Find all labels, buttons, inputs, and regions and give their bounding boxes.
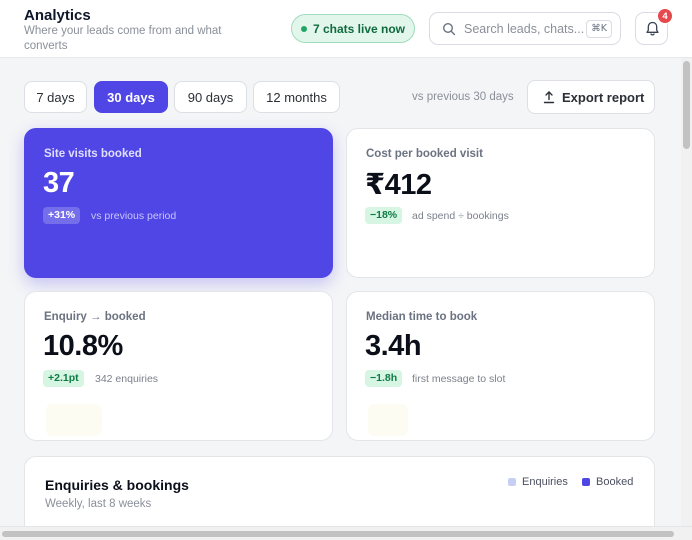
- kpi-delta-badge: +31%: [43, 207, 81, 224]
- sparkline-placeholder: [46, 404, 102, 436]
- kpi-label: Site visits booked: [44, 148, 142, 160]
- chart-subtitle: Weekly, last 8 weeks: [45, 498, 152, 510]
- kpi-delta-badge: +2.1pt: [43, 370, 84, 387]
- bell-icon: [646, 21, 659, 36]
- legend-label: Booked: [596, 476, 634, 488]
- vertical-scrollbar[interactable]: [681, 58, 692, 526]
- search-box[interactable]: ⌘K: [429, 12, 621, 45]
- vertical-scroll-thumb[interactable]: [683, 61, 690, 149]
- kpi-delta-badge: −1.8h: [365, 370, 403, 387]
- search-icon: [442, 22, 456, 36]
- search-input[interactable]: [464, 20, 584, 38]
- kpi-value: 37: [43, 167, 75, 199]
- sparkline-placeholder: [368, 404, 408, 436]
- live-chats-label: 7 chats live now: [312, 21, 406, 36]
- search-shortcut: ⌘K: [586, 20, 612, 38]
- notification-count-badge: 4: [657, 8, 673, 24]
- comparison-label: vs previous 30 days: [412, 91, 514, 103]
- export-report-label: Export report: [562, 90, 645, 105]
- legend-swatch: [508, 478, 516, 486]
- kpi-delta-badge: −18%: [365, 207, 403, 224]
- page-title: Analytics: [24, 7, 91, 24]
- legend-item-booked[interactable]: Booked: [582, 476, 633, 488]
- legend-label: Enquiries: [522, 476, 568, 488]
- kpi-card-site-visits[interactable]: Site visits booked 37 +31% vs previous p…: [24, 128, 333, 278]
- kpi-note: vs previous period: [91, 210, 177, 222]
- kpi-note: ad spend ÷ bookings: [412, 210, 509, 222]
- kpi-value: 10.8%: [43, 330, 123, 362]
- kpi-label: Cost per booked visit: [366, 148, 483, 160]
- kpi-note: 342 enquiries: [95, 373, 159, 385]
- range-30-days-button[interactable]: 30 days: [94, 81, 168, 113]
- notifications-button[interactable]: 4: [635, 8, 673, 45]
- kpi-card-median-time[interactable]: Median time to book 3.4h −1.8h first mes…: [346, 291, 655, 441]
- kpi-note: first message to slot: [412, 373, 506, 385]
- range-12-months-button[interactable]: 12 months: [253, 81, 340, 113]
- page-header: Analytics Where your leads come from and…: [0, 0, 692, 58]
- range-90-days-button[interactable]: 90 days: [174, 81, 247, 113]
- upload-icon: [543, 91, 555, 104]
- export-report-button[interactable]: Export report: [527, 80, 655, 114]
- kpi-label: Enquiry → booked: [44, 311, 146, 323]
- chart-title: Enquiries & bookings: [45, 477, 189, 493]
- legend-item-enquiries[interactable]: Enquiries: [508, 476, 568, 488]
- legend-swatch: [582, 478, 590, 486]
- page-subtitle: Where your leads come from and what conv…: [24, 25, 222, 52]
- kpi-label: Median time to book: [366, 311, 478, 323]
- horizontal-scrollbar[interactable]: [0, 526, 692, 540]
- live-chats-badge[interactable]: 7 chats live now: [291, 14, 415, 43]
- live-dot-icon: [300, 25, 307, 32]
- kpi-value: 3.4h: [365, 330, 422, 362]
- range-7-days-button[interactable]: 7 days: [24, 81, 87, 113]
- kpi-card-cost-per-visit[interactable]: Cost per booked visit ₹412 −18% ad spend…: [346, 128, 655, 278]
- horizontal-scroll-thumb[interactable]: [2, 531, 674, 537]
- kpi-value: ₹412: [365, 169, 432, 201]
- kpi-card-enquiry-booked[interactable]: Enquiry → booked 10.8% +2.1pt 342 enquir…: [24, 291, 333, 441]
